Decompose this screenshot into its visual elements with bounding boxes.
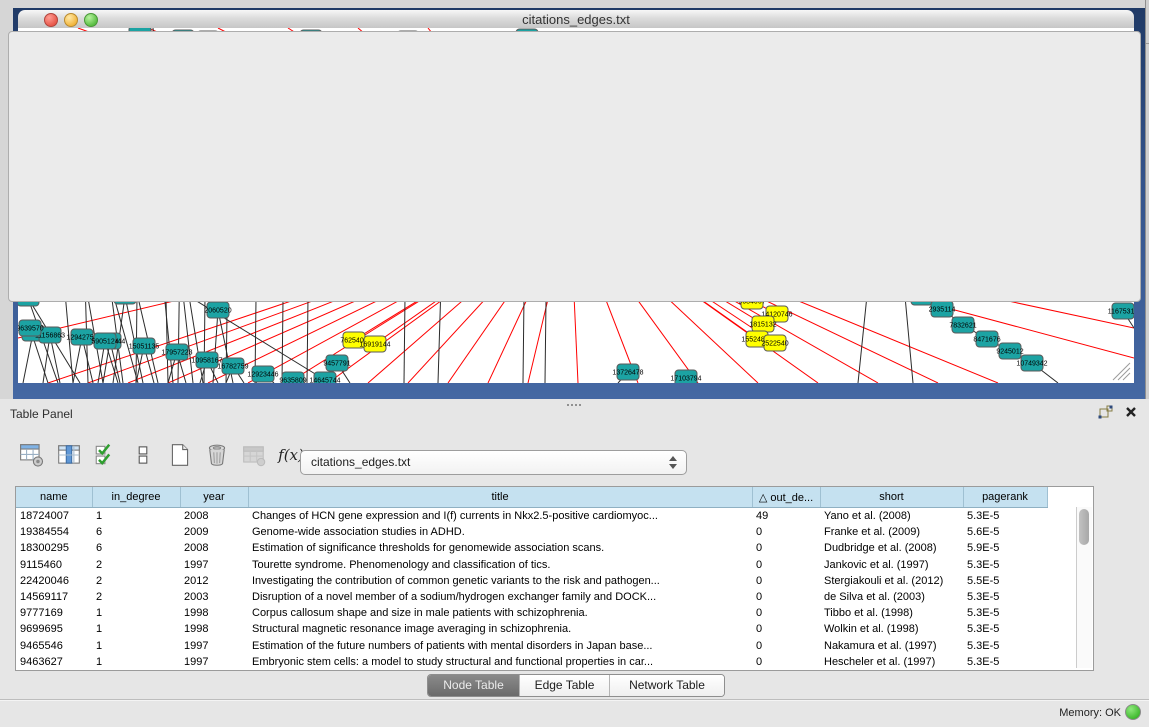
table-settings-icon[interactable]: [18, 441, 46, 469]
memory-status-indicator[interactable]: [1125, 704, 1141, 720]
graph-node[interactable]: 7832621: [949, 317, 976, 333]
graph-node-label: 12923446: [247, 372, 278, 379]
graph-node[interactable]: 2522540: [761, 335, 788, 351]
float-panel-icon[interactable]: [1098, 405, 1113, 419]
graph-node-label: 9245012: [996, 349, 1023, 356]
select-column-icon[interactable]: [55, 441, 83, 469]
graph-node-label: 9635809: [279, 378, 306, 384]
table-row[interactable]: 1938455462009Genome-wide association stu…: [16, 524, 1047, 540]
table-row[interactable]: 1830029562008Estimation of significance …: [16, 540, 1047, 556]
cytoscape-screen: citations_edges.txt 18724007866012389129…: [0, 0, 1149, 727]
column-header-short[interactable]: short: [820, 487, 963, 508]
graph-node-label: 8471676: [973, 337, 1000, 344]
table-row[interactable]: 1456911722003Disruption of a novel membe…: [16, 589, 1047, 605]
graph-node-label: 14645744: [309, 378, 340, 384]
table-scrollbar[interactable]: [1076, 507, 1092, 668]
table-panel-body: [8, 31, 1141, 302]
graph-node[interactable]: 14645744: [309, 372, 340, 383]
table-selector-value: citations_edges.txt: [311, 455, 410, 469]
network-window-titlebar[interactable]: citations_edges.txt: [18, 10, 1134, 29]
table-row[interactable]: 969969511998Structural magnetic resonanc…: [16, 621, 1047, 637]
toggle-rows-icon[interactable]: [129, 441, 157, 469]
tab-edge-table[interactable]: Edge Table: [520, 675, 610, 696]
graph-node[interactable]: 1815132: [749, 316, 776, 332]
graph-node-label: 2522540: [761, 341, 788, 348]
window-title: citations_edges.txt: [18, 12, 1134, 27]
table-row[interactable]: 946554611997Estimation of the future num…: [16, 638, 1047, 654]
scrollbar-thumb[interactable]: [1079, 509, 1089, 545]
import-table-icon: [240, 441, 268, 469]
column-header-in_degree[interactable]: in_degree: [92, 487, 180, 508]
graph-node-label: 9639570: [18, 326, 44, 333]
table-selector-dropdown[interactable]: citations_edges.txt: [300, 450, 687, 475]
graph-node-label: 16919144: [359, 342, 390, 349]
table-row[interactable]: 911546021997Tourette syndrome. Phenomeno…: [16, 557, 1047, 573]
graph-node[interactable]: 9639570: [18, 320, 44, 336]
graph-node[interactable]: 2060520: [204, 302, 231, 318]
table-row[interactable]: 946362711997Embryonic stem cells: a mode…: [16, 654, 1047, 670]
table-panel-title: Table Panel: [10, 407, 73, 421]
graph-node[interactable]: 2935114: [929, 301, 956, 317]
graph-node-label: 5905124: [91, 339, 118, 346]
node-table[interactable]: namein_degreeyeartitle△ out_de...shortpa…: [15, 486, 1094, 671]
table-row[interactable]: 1872400712008Changes of HCN gene express…: [16, 508, 1047, 525]
graph-node[interactable]: 17103794: [670, 370, 701, 383]
create-table-icon[interactable]: [166, 441, 194, 469]
column-header-pagerank[interactable]: pagerank: [963, 487, 1047, 508]
graph-node-label: 2935114: [929, 307, 956, 314]
graph-node-label: 16782759: [217, 364, 248, 371]
tab-node-table[interactable]: Node Table: [428, 675, 520, 696]
graph-node[interactable]: 13726478: [612, 364, 643, 380]
graph-node[interactable]: 8471676: [973, 331, 1000, 347]
graph-node-label: 17957223: [161, 350, 192, 357]
status-divider: [0, 699, 1149, 700]
column-header-out_de[interactable]: △ out_de...: [752, 487, 820, 508]
graph-node-label: 2060520: [204, 308, 231, 315]
table-type-tabs: Node Table Edge Table Network Table: [427, 674, 725, 697]
right-window-edge: [1145, 0, 1149, 399]
graph-node-label: 10749342: [1016, 361, 1047, 368]
graph-node[interactable]: 11675317: [1108, 303, 1134, 319]
graph-node-label: 13726478: [612, 370, 643, 377]
column-header-name[interactable]: name: [16, 487, 92, 508]
canvas-resize-grip[interactable]: [1113, 363, 1130, 380]
graph-node[interactable]: 10749342: [1016, 355, 1047, 371]
select-rows-icon[interactable]: [92, 441, 120, 469]
table-row[interactable]: 2242004622012Investigating the contribut…: [16, 573, 1047, 589]
graph-node[interactable]: 16919144: [359, 336, 390, 352]
close-panel-icon[interactable]: [1125, 406, 1137, 418]
graph-node-label: 9457791: [323, 361, 350, 368]
memory-status-label: Memory: OK: [1059, 707, 1121, 719]
graph-node-label: 1815132: [749, 322, 776, 329]
graph-edge: [213, 310, 218, 383]
tab-network-table[interactable]: Network Table: [610, 675, 724, 696]
graph-node-label: 11675317: [1108, 309, 1134, 316]
graph-node[interactable]: 17957223: [161, 344, 192, 360]
graph-node[interactable]: 15051135: [129, 338, 160, 354]
graph-node-label: 7832621: [949, 323, 976, 330]
graph-node[interactable]: 9457791: [323, 355, 350, 371]
panel-resize-grip[interactable]: [566, 394, 582, 400]
graph-node[interactable]: 16782759: [217, 358, 248, 374]
graph-node[interactable]: 9245012: [996, 343, 1023, 359]
dropdown-arrows-icon: [669, 455, 677, 470]
table-toolbar: f(x): [18, 439, 314, 471]
graph-node-label: 17103794: [670, 376, 701, 383]
column-header-year[interactable]: year: [180, 487, 248, 508]
delete-table-icon[interactable]: [203, 441, 231, 469]
table-row[interactable]: 977716911998Corpus callosum shape and si…: [16, 605, 1047, 621]
graph-node-label: 15051135: [129, 344, 160, 351]
graph-node[interactable]: 9635809: [279, 372, 306, 383]
column-header-title[interactable]: title: [248, 487, 752, 508]
graph-node[interactable]: 12923446: [247, 366, 278, 382]
graph-node[interactable]: 5905124: [91, 333, 118, 349]
